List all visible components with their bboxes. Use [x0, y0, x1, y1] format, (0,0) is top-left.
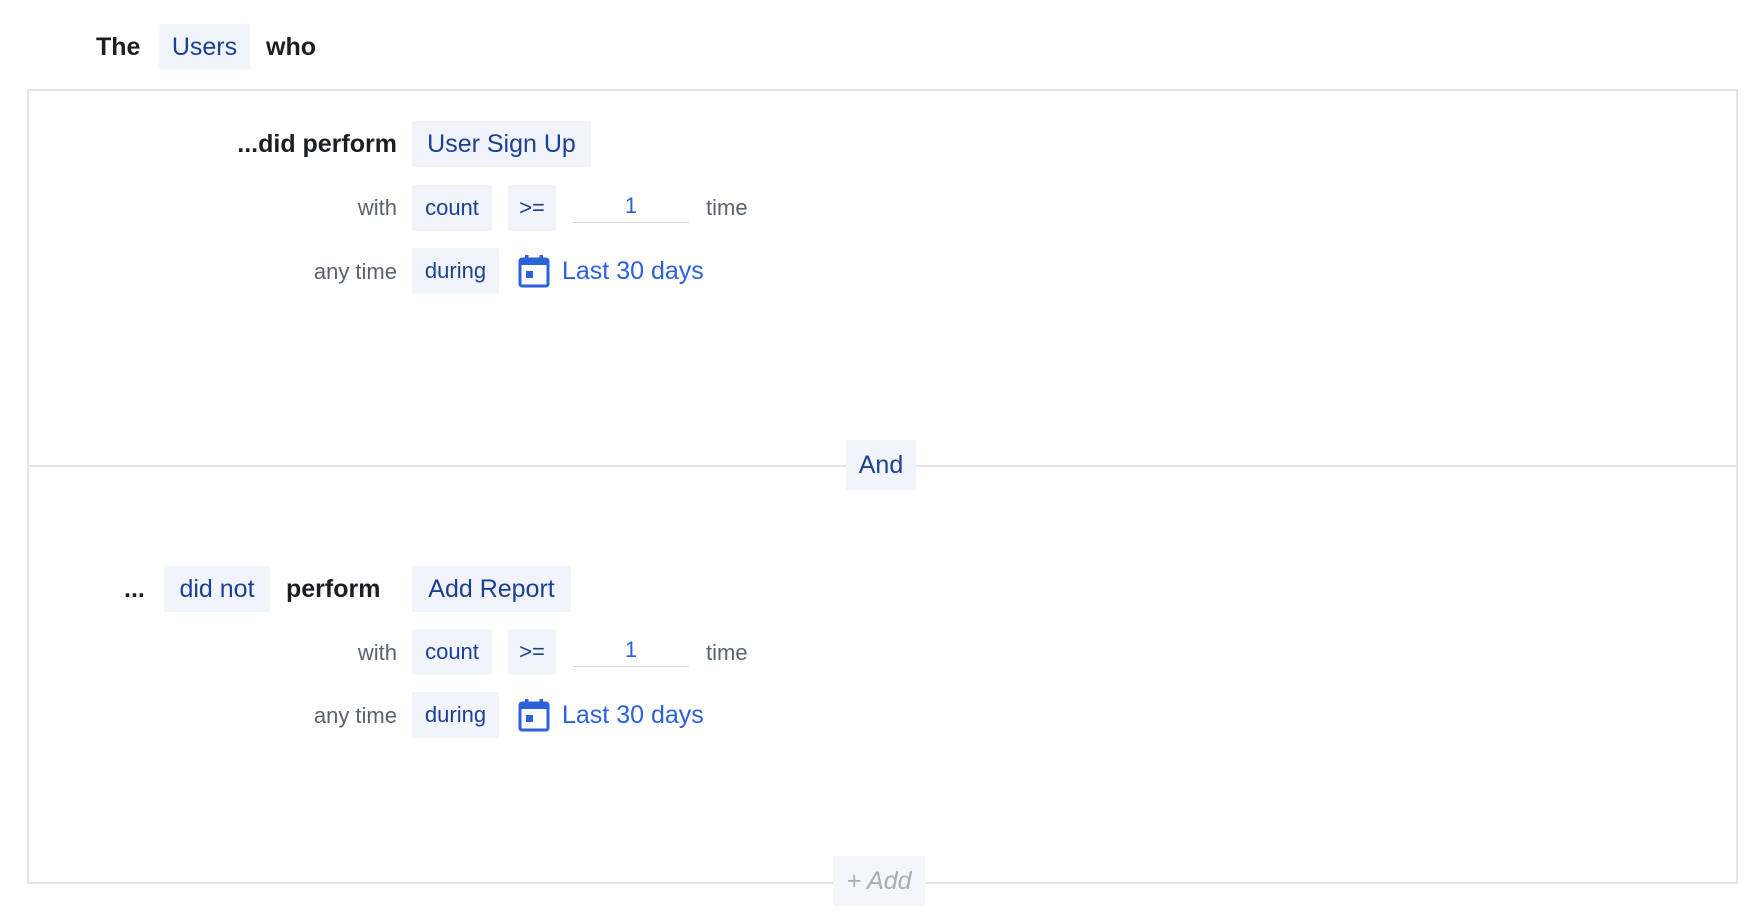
add-condition-button[interactable]: + Add [833, 856, 925, 906]
event-selector[interactable]: Add Report [412, 566, 571, 612]
operator-selector[interactable]: >= [508, 629, 556, 675]
calendar-icon [518, 699, 550, 732]
entity-selector[interactable]: Users [159, 24, 250, 70]
count-unit-label: time [706, 195, 748, 220]
count-value-input[interactable]: 1 [573, 634, 689, 667]
time-label: any time [313, 259, 397, 284]
metric-selector[interactable]: count [412, 629, 492, 675]
time-label: any time [313, 703, 397, 728]
operator-selector[interactable]: >= [508, 185, 556, 231]
event-selector[interactable]: User Sign Up [412, 121, 591, 167]
count-value-input[interactable]: 1 [573, 190, 689, 223]
time-operator-selector[interactable]: during [412, 248, 499, 294]
date-range-picker[interactable]: Last 30 days [518, 252, 704, 290]
condition-lead: ...did perform [237, 130, 397, 158]
date-range-label: Last 30 days [562, 700, 704, 729]
condition-lead-ellipsis: ... [124, 575, 145, 603]
header-prefix: The [96, 33, 141, 61]
count-unit-label: time [706, 640, 748, 665]
metric-selector[interactable]: count [412, 185, 492, 231]
perform-label: perform [286, 575, 381, 603]
calendar-icon [518, 255, 550, 288]
time-operator-selector[interactable]: during [412, 692, 499, 738]
header-suffix: who [266, 33, 316, 61]
did-not-selector[interactable]: did not [164, 566, 270, 612]
date-range-label: Last 30 days [562, 256, 704, 285]
and-joiner-button[interactable]: And [846, 440, 916, 490]
with-label: with [357, 195, 397, 220]
with-label: with [357, 640, 397, 665]
date-range-picker[interactable]: Last 30 days [518, 696, 704, 734]
